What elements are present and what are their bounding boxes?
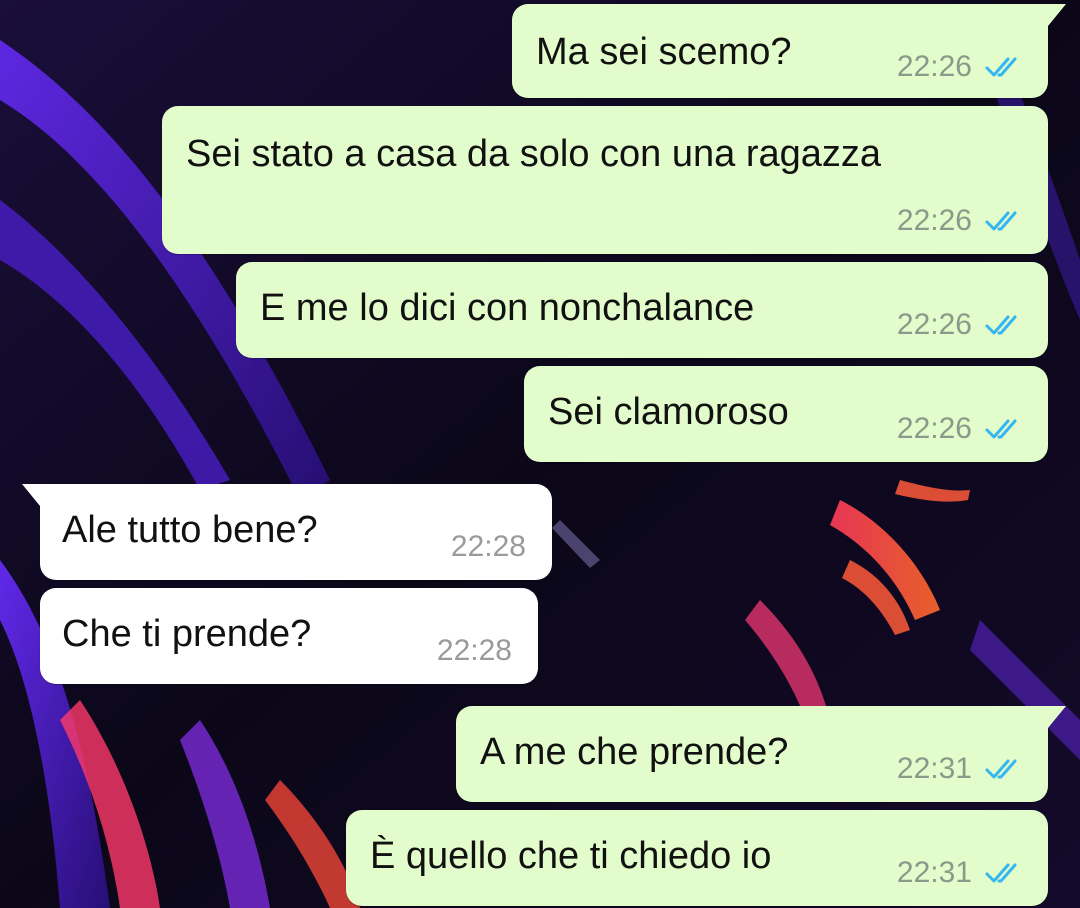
message-text: A me che prende?	[480, 731, 789, 773]
double-check-icon	[985, 419, 1017, 439]
message-meta: 22:31	[897, 856, 1024, 890]
message-time: 22:28	[450, 530, 526, 563]
message-bubble-outgoing[interactable]: Sei clamoroso 22:26	[524, 366, 1048, 462]
message-meta: 22:31	[897, 752, 1024, 786]
message-text: È quello che ti chiedo io	[370, 835, 772, 877]
message-bubble-outgoing[interactable]: E me lo dici con nonchalance 22:26	[236, 262, 1048, 358]
message-meta: 22:26	[897, 412, 1024, 446]
message-text: Sei clamoroso	[548, 391, 789, 433]
message-bubble-outgoing[interactable]: Ma sei scemo? 22:26	[512, 4, 1066, 98]
message-text: Che ti prende?	[62, 613, 312, 655]
double-check-icon	[985, 211, 1017, 231]
message-text: Ale tutto bene?	[62, 509, 318, 551]
bubble-tail	[1048, 4, 1066, 26]
message-bubble-outgoing[interactable]: A me che prende? 22:31	[456, 706, 1066, 802]
double-check-icon	[985, 759, 1017, 779]
message-bubble-outgoing[interactable]: È quello che ti chiedo io 22:31	[346, 810, 1048, 906]
message-bubble-incoming[interactable]: Ale tutto bene? 22:28	[22, 484, 552, 580]
message-meta: 22:26	[897, 308, 1024, 342]
message-time: 22:26	[896, 204, 972, 237]
message-text: Ma sei scemo?	[536, 31, 792, 73]
message-text: E me lo dici con nonchalance	[260, 287, 755, 329]
message-text: Sei stato a casa da solo con una ragazza	[186, 133, 882, 175]
message-time: 22:31	[896, 856, 972, 889]
message-meta: 22:26	[897, 204, 1024, 238]
message-bubble-outgoing[interactable]: Sei stato a casa da solo con una ragazza…	[162, 106, 1048, 254]
message-time: 22:26	[896, 50, 972, 83]
double-check-icon	[985, 57, 1017, 77]
message-time: 22:31	[896, 752, 972, 785]
message-meta: 22:26	[897, 50, 1024, 84]
message-meta: 22:28	[451, 530, 526, 564]
message-time: 22:26	[896, 412, 972, 445]
double-check-icon	[985, 315, 1017, 335]
message-meta: 22:28	[437, 634, 512, 668]
message-time: 22:26	[896, 308, 972, 341]
bubble-tail	[22, 484, 40, 506]
bubble-tail	[1048, 706, 1066, 728]
message-time: 22:28	[436, 634, 512, 667]
message-bubble-incoming[interactable]: Che ti prende? 22:28	[40, 588, 538, 684]
double-check-icon	[985, 863, 1017, 883]
